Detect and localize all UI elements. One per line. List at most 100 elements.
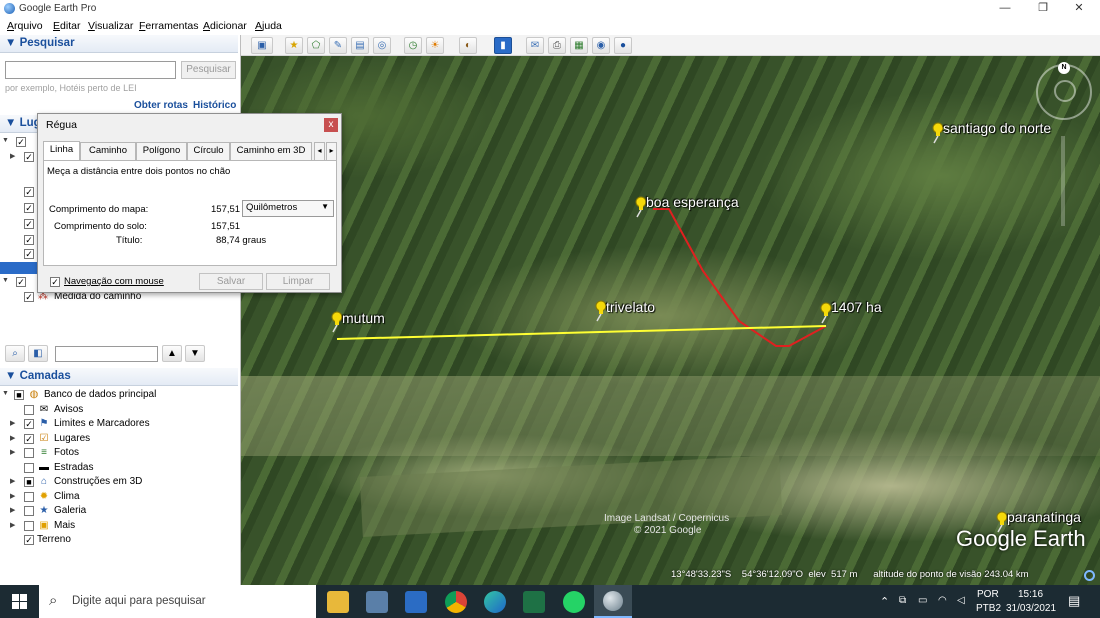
battery-icon[interactable]: ▭ xyxy=(918,595,927,606)
google-earth-app-icon xyxy=(4,3,15,14)
historical-imagery-icon[interactable]: ◷ xyxy=(404,37,422,54)
title-bar: Google Earth Pro — ❐ ✕ xyxy=(0,0,1100,18)
close-window-button[interactable]: ✕ xyxy=(1064,0,1094,18)
menu-ajuda[interactable]: Ajuda xyxy=(255,20,282,32)
add-placemark-icon[interactable]: ★ xyxy=(285,37,303,54)
windows-start-icon[interactable] xyxy=(12,594,27,609)
layer-item[interactable]: ▶ ✓ ⚑ Limites e Marcadores xyxy=(10,417,232,431)
tab-scroll-right-icon[interactable]: ▸ xyxy=(326,142,337,160)
tab-poligono[interactable]: Polígono xyxy=(136,142,187,160)
tray-chevron-icon[interactable]: ⌃ xyxy=(880,595,889,608)
mouse-nav-checkbox[interactable]: ✓ xyxy=(50,277,60,287)
places-filter-input[interactable] xyxy=(55,346,158,362)
tab-caminho[interactable]: Caminho xyxy=(80,142,136,160)
taskbar-search-box[interactable]: ⌕ Digite aqui para pesquisar xyxy=(39,585,316,618)
search-button[interactable]: Pesquisar xyxy=(181,61,236,79)
layer-item[interactable]: ▶ ✹ Clima xyxy=(10,490,232,504)
layers-section-header[interactable]: ▼ Camadas xyxy=(0,368,238,386)
email-icon[interactable]: ✉ xyxy=(526,37,544,54)
clock-date[interactable]: 31/03/2021 xyxy=(1006,603,1056,614)
history-link[interactable]: Histórico xyxy=(193,100,236,111)
move-down-icon[interactable]: ▼ xyxy=(185,345,205,362)
place-label-1407-ha[interactable]: 1407 ha xyxy=(831,299,882,315)
clock-time[interactable]: 15:16 xyxy=(1018,589,1043,600)
layer-item[interactable]: ▶ ■ ⌂ Construções em 3D xyxy=(10,475,232,489)
path-line xyxy=(653,208,827,347)
panel-view-icon[interactable]: ◧ xyxy=(28,345,48,362)
earth-view-icon[interactable]: ● xyxy=(614,37,632,54)
layer-item[interactable]: ▬ Estradas xyxy=(12,461,232,475)
search-section-header[interactable]: ▼ Pesquisar xyxy=(0,35,238,53)
imagery-attribution: Image Landsat / Copernicus xyxy=(604,513,730,524)
chrome-icon[interactable] xyxy=(445,591,467,613)
sidebar-toggle-icon[interactable]: ▣ xyxy=(251,37,273,54)
tab-linha[interactable]: Linha xyxy=(43,141,80,161)
places-icon: ☑ xyxy=(39,433,49,444)
search-places-icon[interactable]: ⌕ xyxy=(5,345,25,362)
menu-editar[interactable]: Editar xyxy=(53,20,80,32)
whatsapp-icon[interactable] xyxy=(563,591,585,613)
weather-icon: ✹ xyxy=(39,491,49,502)
search-input[interactable] xyxy=(5,61,176,79)
zoom-slider[interactable] xyxy=(1061,136,1065,226)
menu-visualizar[interactable]: Visualizar xyxy=(88,20,133,32)
excel-icon[interactable] xyxy=(523,591,545,613)
photos-icon: ≡ xyxy=(41,447,47,458)
clear-button[interactable]: Limpar xyxy=(266,273,330,290)
place-label-trivelato[interactable]: trivelato xyxy=(606,299,655,315)
move-up-icon[interactable]: ▲ xyxy=(162,345,182,362)
place-label-santiago-do-norte[interactable]: santiago do norte xyxy=(943,120,1051,136)
get-directions-link[interactable]: Obter rotas xyxy=(134,100,188,111)
layer-item[interactable]: ✉ Avisos xyxy=(12,403,232,417)
layer-item[interactable]: ▼ ■ ◍ Banco de dados principal xyxy=(2,388,232,402)
place-label-mutum[interactable]: mutum xyxy=(342,310,385,326)
notifications-icon[interactable]: ▤ xyxy=(1068,593,1080,609)
mouse-nav-label: Navegação com mouse xyxy=(64,276,164,287)
google-earth-task[interactable] xyxy=(594,585,632,618)
layer-item[interactable]: ▶ ≡ Fotos xyxy=(10,446,232,460)
view-in-maps-icon[interactable]: ◉ xyxy=(592,37,610,54)
menu-arquivo[interactable]: Arquivo xyxy=(7,20,43,32)
north-indicator[interactable]: N xyxy=(1058,62,1070,74)
volume-icon[interactable]: ◁ xyxy=(957,595,965,606)
navigation-compass[interactable]: N xyxy=(1036,62,1092,120)
layer-item[interactable]: ▶ ★ Galeria xyxy=(10,504,232,518)
tray-app-icon[interactable]: ⧉ xyxy=(899,595,906,606)
record-tour-icon[interactable]: ◎ xyxy=(373,37,391,54)
keyboard-layout[interactable]: PTB2 xyxy=(976,603,1001,614)
menu-adicionar[interactable]: Adicionar xyxy=(203,20,247,32)
layer-item[interactable]: ▶ ▣ Mais xyxy=(10,519,232,533)
input-language[interactable]: POR xyxy=(977,589,999,600)
map-view[interactable]: mutum trivelato boa esperança 1407 ha sa… xyxy=(241,56,1100,585)
file-explorer-icon[interactable] xyxy=(327,591,349,613)
layer-item[interactable]: ▶ ✓ ☑ Lugares xyxy=(10,432,232,446)
layer-item[interactable]: ✓ Terreno xyxy=(12,533,232,547)
dialog-close-button[interactable]: x xyxy=(324,118,338,132)
planets-icon[interactable]: ◐ xyxy=(459,37,477,54)
unit-dropdown[interactable]: Quilômetros ▼ xyxy=(242,200,334,217)
places-tree-row-selected[interactable] xyxy=(0,262,38,274)
tab-caminho-3d[interactable]: Caminho em 3D xyxy=(230,142,312,160)
heading-value: 88,74 graus xyxy=(216,235,267,246)
add-image-overlay-icon[interactable]: ▤ xyxy=(351,37,369,54)
look-joystick[interactable] xyxy=(1054,80,1076,102)
place-label-boa-esperanca[interactable]: boa esperança xyxy=(646,194,739,210)
print-icon[interactable]: ⎙ xyxy=(548,37,566,54)
tab-circulo[interactable]: Círculo xyxy=(187,142,230,160)
camera-icon[interactable] xyxy=(366,591,388,613)
wifi-icon[interactable]: ◠ xyxy=(938,595,947,606)
add-polygon-icon[interactable]: ⬠ xyxy=(307,37,325,54)
add-path-icon[interactable]: ✎ xyxy=(329,37,347,54)
save-button[interactable]: Salvar xyxy=(199,273,263,290)
menu-ferramentas[interactable]: Ferramentas xyxy=(139,20,199,32)
store-icon[interactable] xyxy=(405,591,427,613)
maximize-button[interactable]: ❐ xyxy=(1028,0,1058,18)
ruler-icon[interactable]: ▮ xyxy=(494,37,512,54)
place-label-paranatinga[interactable]: paranatinga xyxy=(1007,509,1081,525)
tab-scroll-left-icon[interactable]: ◂ xyxy=(314,142,325,160)
roads-icon: ▬ xyxy=(39,462,49,473)
save-image-icon[interactable]: ▦ xyxy=(570,37,588,54)
edge-icon[interactable] xyxy=(484,591,506,613)
sunlight-icon[interactable]: ☀ xyxy=(426,37,444,54)
minimize-button[interactable]: — xyxy=(990,0,1020,18)
